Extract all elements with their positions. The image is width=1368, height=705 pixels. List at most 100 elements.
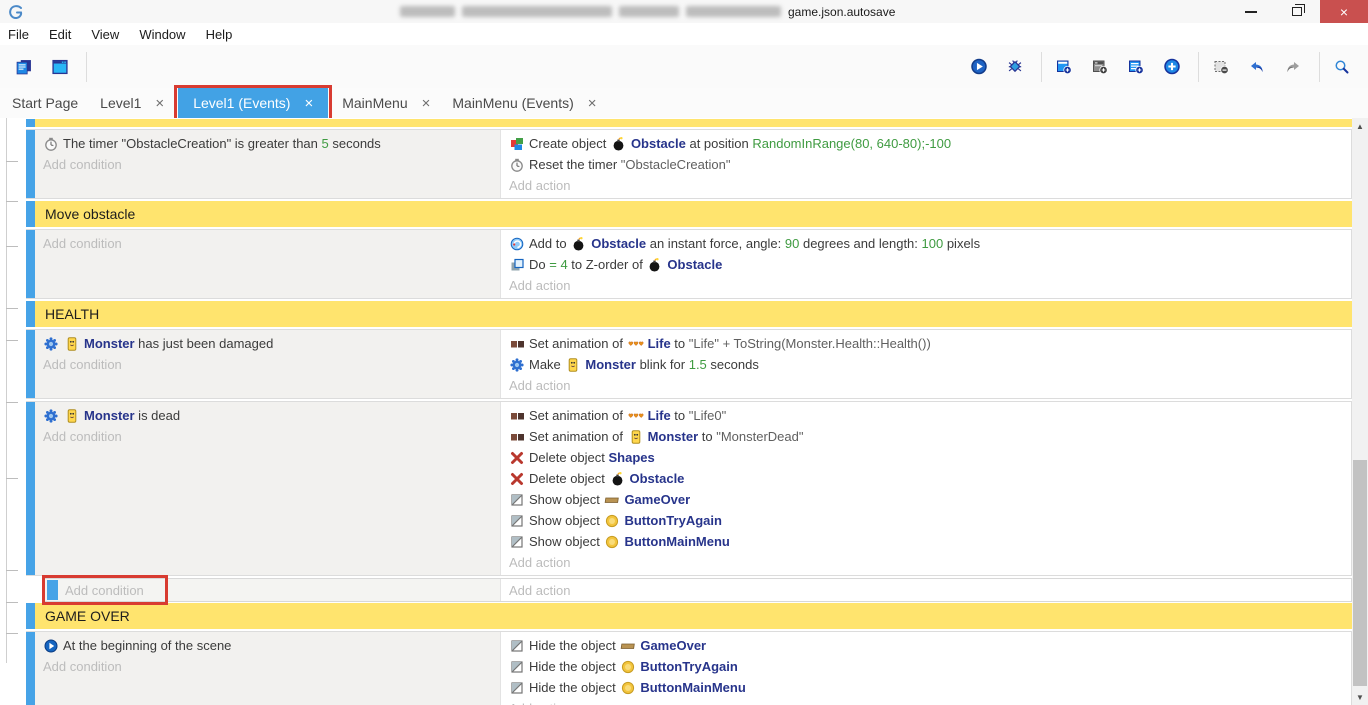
close-button[interactable]: ×: [1320, 0, 1368, 23]
text-segment: Monster: [585, 357, 636, 372]
tab-start-page[interactable]: Start Page: [0, 88, 89, 118]
tree-tick: [6, 478, 18, 479]
text-segment: 5: [322, 136, 329, 151]
event-selection-bar[interactable]: [26, 402, 35, 575]
event-selection-bar[interactable]: [26, 230, 35, 298]
action-line[interactable]: Reset the timer "ObstacleCreation": [509, 154, 1351, 175]
action-line[interactable]: Show object ButtonMainMenu: [509, 531, 1351, 552]
action-line[interactable]: Add to Obstacle an instant force, angle:…: [509, 233, 1351, 254]
group-row-partial[interactable]: [26, 119, 1352, 127]
close-tab-icon[interactable]: ×: [422, 95, 431, 112]
action-line[interactable]: Set animation of Life to "Life" + ToStri…: [509, 333, 1351, 354]
restore-button[interactable]: [1274, 0, 1320, 23]
tab-level1[interactable]: Level1×: [89, 88, 175, 118]
delete-event-button[interactable]: [1205, 49, 1241, 85]
group-row[interactable]: GAME OVER: [26, 603, 1352, 629]
add-action-button[interactable]: Add action: [509, 583, 570, 598]
group-row[interactable]: HEALTH: [26, 301, 1352, 327]
action-line[interactable]: Hide the object ButtonTryAgain: [509, 656, 1351, 677]
minimize-button[interactable]: [1228, 0, 1274, 23]
vertical-scrollbar[interactable]: ▲ ▼: [1352, 118, 1368, 705]
add-action-button[interactable]: Add action: [509, 375, 1351, 396]
tree-tick: [6, 602, 18, 603]
conditions-column: The timer "ObstacleCreation" is greater …: [35, 130, 500, 198]
action-line[interactable]: Do = 4 to Z-order of Obstacle: [509, 254, 1351, 275]
add-subevent-icon: [1092, 60, 1108, 74]
group-row[interactable]: Move obstacle: [26, 201, 1352, 227]
text-segment: Hide the object: [529, 680, 619, 695]
action-line[interactable]: Show object GameOver: [509, 489, 1351, 510]
add-action-button[interactable]: Add action: [509, 552, 1351, 573]
action-line[interactable]: Delete object Shapes: [509, 447, 1351, 468]
scrollbar-thumb[interactable]: [1353, 460, 1367, 686]
add-condition-button[interactable]: Add condition: [43, 656, 500, 677]
visibility-icon: [509, 681, 525, 695]
condition-line[interactable]: The timer "ObstacleCreation" is greater …: [43, 133, 500, 154]
add-action-button[interactable]: Add action: [509, 275, 1351, 296]
close-icon: ×: [1340, 4, 1348, 20]
app-window: game.json.autosave × FileEditViewWindowH…: [0, 0, 1368, 705]
action-line[interactable]: Set animation of Life to "Life0": [509, 405, 1351, 426]
undo-button[interactable]: [1241, 49, 1277, 85]
close-tab-icon[interactable]: ×: [304, 95, 313, 112]
scene-editor-button[interactable]: [44, 49, 80, 85]
tab-level1-events[interactable]: Level1 (Events)×: [178, 88, 328, 118]
add-subevent-button[interactable]: [1084, 49, 1120, 85]
monster-icon: [64, 409, 80, 423]
event-selection-bar[interactable]: [47, 580, 58, 600]
project-manager-button[interactable]: [8, 49, 44, 85]
event-selection-bar[interactable]: [26, 130, 35, 198]
tree-tick: [6, 402, 18, 403]
action-line[interactable]: Delete object Obstacle: [509, 468, 1351, 489]
event-selection-bar[interactable]: [26, 632, 35, 705]
action-line[interactable]: Show object ButtonTryAgain: [509, 510, 1351, 531]
tab-mainmenu-events[interactable]: MainMenu (Events)×: [441, 88, 607, 118]
event-selection-bar[interactable]: [26, 330, 35, 398]
action-line[interactable]: Hide the object GameOver: [509, 635, 1351, 656]
scroll-down-arrow-icon[interactable]: ▼: [1352, 689, 1368, 705]
window-title-text: game.json.autosave: [788, 5, 895, 19]
menu-help[interactable]: Help: [196, 23, 243, 45]
debug-button[interactable]: [999, 49, 1035, 85]
event-row: Add condition Add to Obstacle an instant …: [26, 229, 1352, 299]
condition-line[interactable]: Monster has just been damaged: [43, 333, 500, 354]
scroll-up-arrow-icon[interactable]: ▲: [1352, 118, 1368, 134]
add-condition-button[interactable]: Add condition: [65, 583, 144, 598]
search-button[interactable]: [1326, 49, 1362, 85]
redo-button[interactable]: [1277, 49, 1313, 85]
add-comment-button[interactable]: [1120, 49, 1156, 85]
actions-column: Set animation of Life to "Life" + ToStri…: [500, 330, 1351, 398]
play-button[interactable]: [963, 49, 999, 85]
action-line[interactable]: Hide the object ButtonMainMenu: [509, 677, 1351, 698]
add-action-button[interactable]: Add action: [509, 175, 1351, 196]
text-segment: Show object: [529, 513, 603, 528]
monster-icon: [565, 358, 581, 372]
add-condition-button[interactable]: Add condition: [43, 354, 500, 375]
menu-file[interactable]: File: [0, 23, 39, 45]
add-event-button[interactable]: [1048, 49, 1084, 85]
minimize-icon: [1245, 11, 1257, 13]
add-circle-button[interactable]: [1156, 49, 1192, 85]
menu-edit[interactable]: Edit: [39, 23, 81, 45]
close-tab-icon[interactable]: ×: [155, 95, 164, 112]
action-line[interactable]: Set animation of Monster to "MonsterDead…: [509, 426, 1351, 447]
visibility-icon: [509, 493, 525, 507]
text-segment: Do: [529, 257, 549, 272]
add-condition-button[interactable]: Add condition: [43, 154, 500, 175]
menu-view[interactable]: View: [81, 23, 129, 45]
add-condition-button[interactable]: Add condition: [43, 233, 500, 254]
add-condition-button[interactable]: Add condition: [43, 426, 500, 447]
menu-window[interactable]: Window: [129, 23, 195, 45]
close-tab-icon[interactable]: ×: [588, 95, 597, 112]
text-segment: GameOver: [624, 492, 690, 507]
condition-line[interactable]: At the beginning of the scene: [43, 635, 500, 656]
toolbar: [0, 45, 1368, 88]
add-action-button[interactable]: Add action: [509, 698, 1351, 705]
menu-bar: FileEditViewWindowHelp: [0, 23, 1368, 45]
text-segment: seconds: [707, 357, 759, 372]
tab-mainmenu[interactable]: MainMenu×: [331, 88, 441, 118]
action-line[interactable]: Create object Obstacle at position Rando…: [509, 133, 1351, 154]
condition-line[interactable]: Monster is dead: [43, 405, 500, 426]
text-segment: seconds: [329, 136, 381, 151]
action-line[interactable]: Make Monster blink for 1.5 seconds: [509, 354, 1351, 375]
